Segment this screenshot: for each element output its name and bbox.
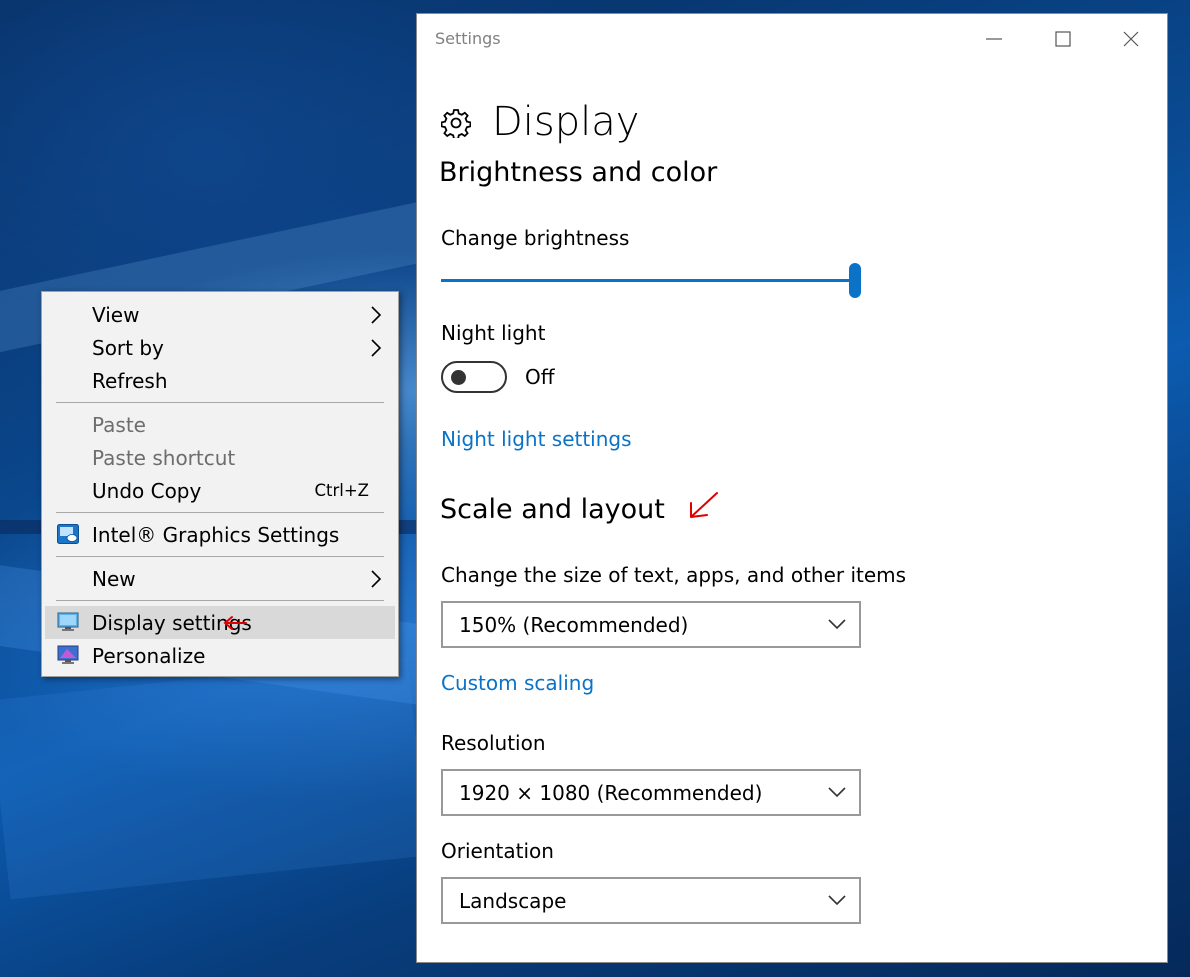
chevron-down-icon: [828, 787, 846, 798]
chevron-right-icon: [371, 570, 382, 588]
scale-dropdown[interactable]: 150% (Recommended): [441, 601, 861, 648]
menu-item-label: Paste shortcut: [92, 445, 236, 470]
menu-item-label: View: [92, 302, 140, 327]
settings-window: Settings Display Brightness and color Ch…: [416, 13, 1168, 963]
menu-item-display-settings[interactable]: Display settings: [45, 606, 395, 639]
brightness-label: Change brightness: [441, 226, 630, 250]
chevron-right-icon: [371, 306, 382, 324]
menu-item-label: Refresh: [92, 368, 168, 393]
night-light-settings-link[interactable]: Night light settings: [441, 426, 632, 452]
menu-separator: [56, 402, 384, 403]
personalize-icon: [57, 645, 79, 664]
resolution-label: Resolution: [441, 731, 546, 755]
orientation-label: Orientation: [441, 839, 554, 863]
section-heading-scale: Scale and layout: [440, 494, 665, 525]
menu-separator: [56, 600, 384, 601]
resolution-dropdown-value: 1920 × 1080 (Recommended): [459, 780, 763, 805]
menu-item-label: Undo Copy: [92, 478, 202, 503]
menu-item-intel-graphics-settings[interactable]: Intel® Graphics Settings: [45, 518, 395, 551]
minimize-button[interactable]: [983, 28, 1005, 50]
chevron-down-icon: [828, 619, 846, 630]
scale-dropdown-value: 150% (Recommended): [459, 612, 689, 637]
chevron-right-icon: [371, 339, 382, 357]
chevron-down-icon: [828, 895, 846, 906]
menu-separator: [56, 512, 384, 513]
resolution-dropdown[interactable]: 1920 × 1080 (Recommended): [441, 769, 861, 816]
menu-item-undo-copy[interactable]: Undo Copy Ctrl+Z: [45, 474, 395, 507]
toggle-knob: [451, 370, 466, 385]
menu-item-paste[interactable]: Paste: [45, 408, 395, 441]
night-light-state: Off: [525, 365, 555, 389]
menu-item-view[interactable]: View: [45, 298, 395, 331]
menu-item-shortcut: Ctrl+Z: [314, 481, 370, 500]
orientation-dropdown-value: Landscape: [459, 888, 567, 913]
menu-item-new[interactable]: New: [45, 562, 395, 595]
menu-item-paste-shortcut[interactable]: Paste shortcut: [45, 441, 395, 474]
red-arrow-annotation-icon: [690, 492, 718, 518]
orientation-dropdown[interactable]: Landscape: [441, 877, 861, 924]
menu-separator: [56, 556, 384, 557]
menu-item-label: New: [92, 566, 136, 591]
menu-item-label: Intel® Graphics Settings: [92, 522, 340, 547]
red-arrow-annotation-icon: [223, 616, 247, 630]
text-size-label: Change the size of text, apps, and other…: [441, 563, 907, 587]
section-heading-brightness: Brightness and color: [439, 157, 718, 188]
menu-item-sort-by[interactable]: Sort by: [45, 331, 395, 364]
menu-item-label: Paste: [92, 412, 146, 437]
night-light-toggle[interactable]: [441, 361, 507, 393]
menu-item-personalize[interactable]: Personalize: [45, 639, 395, 672]
desktop-context-menu: View Sort by Refresh Paste Paste shortcu…: [41, 291, 399, 677]
menu-item-label: Sort by: [92, 335, 164, 360]
menu-item-refresh[interactable]: Refresh: [45, 364, 395, 397]
page-title: Display: [492, 99, 640, 145]
slider-thumb[interactable]: [849, 263, 861, 298]
maximize-button[interactable]: [1052, 28, 1074, 50]
wallpaper-light-beam: [0, 656, 429, 900]
display-settings-icon: [57, 612, 79, 631]
gear-icon: [441, 109, 471, 138]
intel-graphics-icon: [57, 524, 79, 544]
custom-scaling-link[interactable]: Custom scaling: [441, 670, 594, 696]
window-title: Settings: [435, 29, 501, 48]
night-light-label: Night light: [441, 321, 546, 345]
close-button[interactable]: [1120, 28, 1142, 50]
menu-item-label: Personalize: [92, 643, 206, 668]
slider-track[interactable]: [441, 279, 855, 282]
